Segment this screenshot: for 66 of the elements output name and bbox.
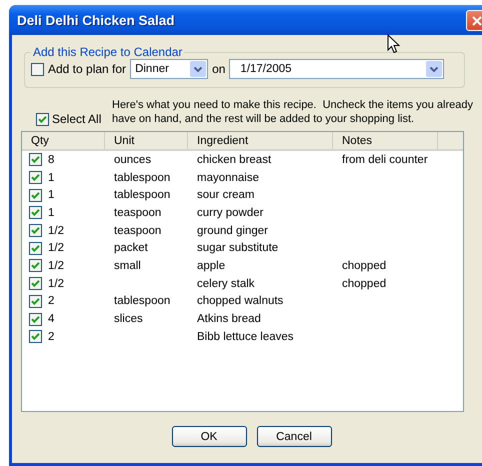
- checkbox-label: Select All: [52, 112, 102, 126]
- table-cell-text: tablespoon: [113, 295, 172, 308]
- table-cell-text: from deli counter: [341, 154, 429, 166]
- table-cell-text: ounces: [113, 154, 152, 166]
- column-header[interactable]: Notes: [333, 132, 438, 149]
- table-cell-text: 2: [47, 295, 56, 308]
- checkbox[interactable]: [29, 224, 42, 238]
- table-cell-text: 2: [47, 330, 56, 343]
- table-cell-text: teaspoon: [113, 206, 162, 219]
- on-label: on: [212, 62, 226, 76]
- table-cell-text: tablespoon: [113, 189, 172, 202]
- checkbox[interactable]: [29, 259, 42, 272]
- dialog-button[interactable]: OK: [172, 426, 246, 447]
- chevron-down-icon[interactable]: [190, 61, 206, 77]
- close-button[interactable]: [466, 10, 482, 31]
- table-cell-text: Bibb lettuce leaves: [196, 330, 295, 343]
- date-dropdown[interactable]: 1/17/2005: [229, 59, 444, 79]
- table-cell-text: sour cream: [196, 189, 256, 202]
- table-cell-text: tablespoon: [113, 172, 172, 184]
- column-header[interactable]: Ingredient: [188, 132, 333, 149]
- checkbox-label: Add to plan for: [48, 62, 126, 76]
- table-cell-text: 1/2: [47, 242, 65, 254]
- table-cell-text: chopped: [341, 278, 388, 290]
- table-cell-text: packet: [113, 242, 149, 254]
- checkbox[interactable]: [29, 153, 42, 166]
- table-cell-text: curry powder: [196, 206, 264, 219]
- table-cell-text: 1/2: [47, 260, 65, 272]
- table-cell-text: celery stalk: [196, 278, 256, 290]
- column-header[interactable]: Unit: [105, 132, 188, 149]
- checkbox[interactable]: [36, 112, 49, 126]
- checkbox[interactable]: [29, 277, 42, 290]
- table-cell-text: 1: [47, 206, 56, 219]
- checkbox[interactable]: [29, 312, 42, 326]
- checkbox[interactable]: [29, 171, 42, 184]
- checkbox[interactable]: [29, 206, 42, 220]
- checkbox[interactable]: [29, 294, 42, 308]
- dialog-button[interactable]: Cancel: [256, 426, 332, 447]
- table-cell-text: 4: [47, 313, 56, 326]
- table-cell-text: apple: [196, 260, 226, 272]
- table-cell-text: slices: [113, 313, 144, 326]
- window-title: Deli Delhi Chicken Salad: [17, 12, 175, 28]
- table-cell-text: 1/2: [47, 224, 65, 237]
- meal-dropdown[interactable]: Dinner: [130, 59, 208, 79]
- cursor-icon: [387, 34, 401, 54]
- column-header[interactable]: Qty: [22, 132, 105, 149]
- table-cell-text: 1: [47, 189, 56, 202]
- group-legend: Add this Recipe to Calendar: [31, 45, 184, 59]
- table-cell-text: chicken breast: [196, 154, 272, 166]
- checkbox[interactable]: [31, 62, 44, 76]
- checkbox[interactable]: [29, 188, 42, 202]
- table-cell-text: chopped: [341, 260, 388, 272]
- table-cell-text: teaspoon: [113, 224, 162, 237]
- table-cell-text: 1/2: [47, 278, 65, 290]
- table-cell-text: sugar substitute: [196, 242, 280, 254]
- instructions-text: Here's what you need to make this recipe. Uncheck the items you already have on hand, and the rest will be added to your shopping list.: [112, 98, 474, 126]
- table-cell-text: small: [113, 260, 142, 272]
- table-cell-text: Atkins bread: [196, 313, 262, 326]
- chevron-down-icon[interactable]: [426, 61, 442, 77]
- table-cell-text: mayonnaise: [196, 172, 260, 184]
- table-cell-text: 1: [47, 172, 56, 184]
- table-cell-text: chopped walnuts: [196, 295, 284, 308]
- checkbox[interactable]: [29, 242, 42, 255]
- table-cell-text: ground ginger: [196, 224, 269, 237]
- checkbox[interactable]: [29, 330, 42, 344]
- close-icon[interactable]: [471, 14, 482, 26]
- table-cell-text: 8: [47, 154, 56, 166]
